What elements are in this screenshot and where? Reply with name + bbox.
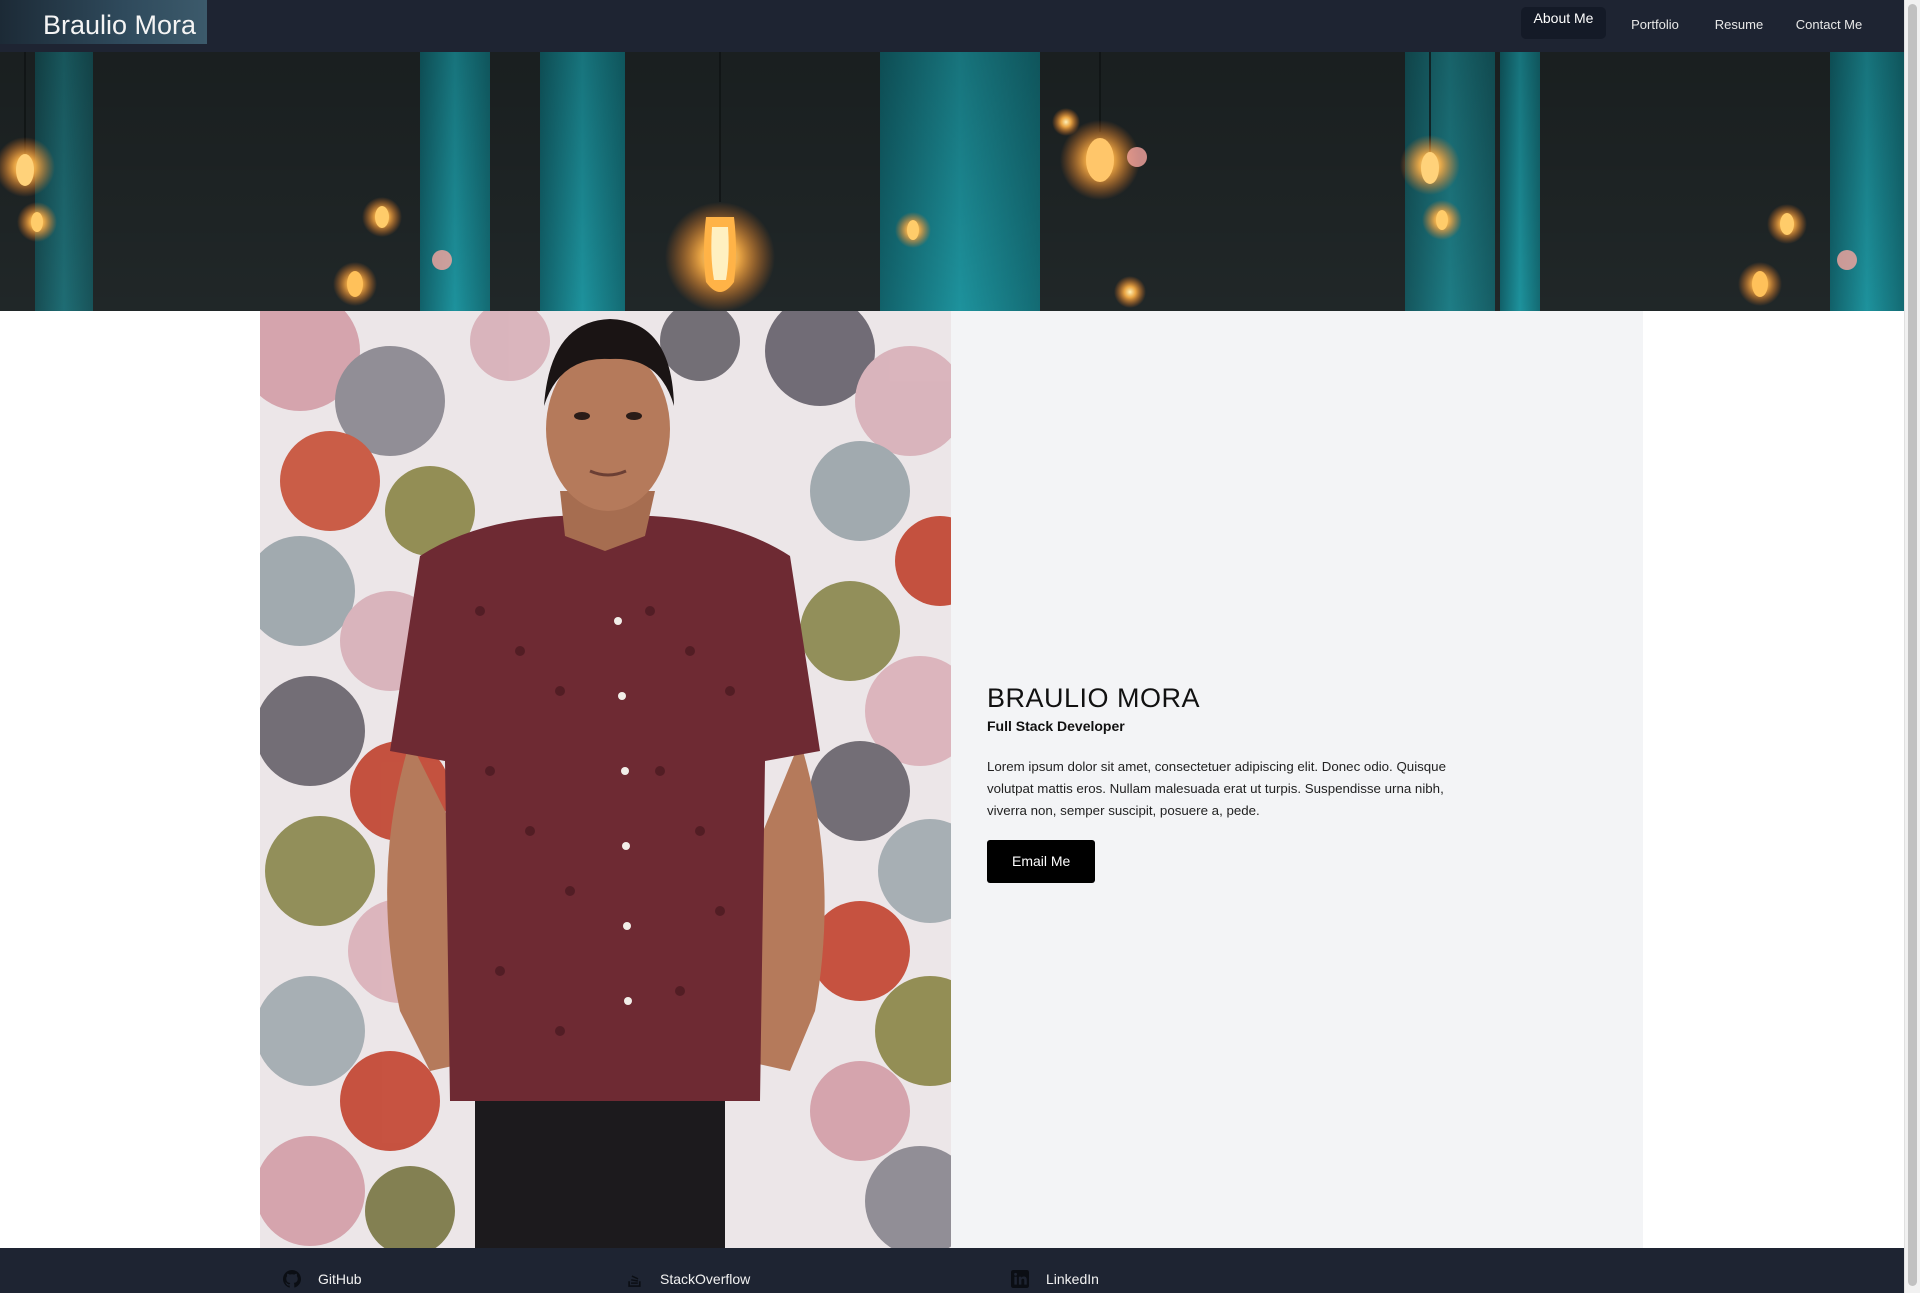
profile-role: Full Stack Developer <box>987 718 1125 734</box>
hero-lightbulbs-illustration <box>0 52 1904 311</box>
site-brand[interactable]: Braulio Mora <box>0 0 207 44</box>
hero-banner-image <box>0 52 1904 311</box>
footer-link-github[interactable]: GitHub <box>283 1270 403 1291</box>
nav-portfolio[interactable]: Portfolio <box>1624 7 1686 39</box>
profile-name: BRAULIO MORA <box>987 683 1201 713</box>
bio-block: BRAULIO MORA Full Stack Developer Lorem … <box>987 681 1457 883</box>
profile-photo-illustration <box>260 311 951 1248</box>
nav-resume[interactable]: Resume <box>1710 7 1768 39</box>
email-me-button[interactable]: Email Me <box>987 840 1096 883</box>
footer-link-label: StackOverflow <box>660 1271 751 1287</box>
footer-link-stackoverflow[interactable]: StackOverflow <box>626 1271 786 1291</box>
footer-link-linkedin[interactable]: LinkedIn <box>1011 1270 1131 1291</box>
about-section: BRAULIO MORA Full Stack Developer Lorem … <box>260 311 1643 1248</box>
nav-about-me[interactable]: About Me <box>1521 7 1606 39</box>
stackoverflow-icon <box>626 1270 644 1291</box>
linkedin-icon <box>1011 1270 1029 1291</box>
scrollbar-thumb[interactable] <box>1908 4 1917 1286</box>
footer-link-label: GitHub <box>318 1271 362 1287</box>
github-icon <box>283 1270 301 1291</box>
profile-photo <box>260 311 951 1248</box>
top-navbar: Braulio Mora About Me Portfolio Resume C… <box>0 0 1904 52</box>
nav-contact-me[interactable]: Contact Me <box>1788 7 1870 39</box>
footer: GitHub StackOverflow LinkedIn <box>0 1248 1904 1293</box>
page-scrollbar[interactable] <box>1904 0 1920 1293</box>
footer-link-label: LinkedIn <box>1046 1271 1099 1287</box>
profile-bio: Lorem ipsum dolor sit amet, consectetuer… <box>987 759 1446 818</box>
